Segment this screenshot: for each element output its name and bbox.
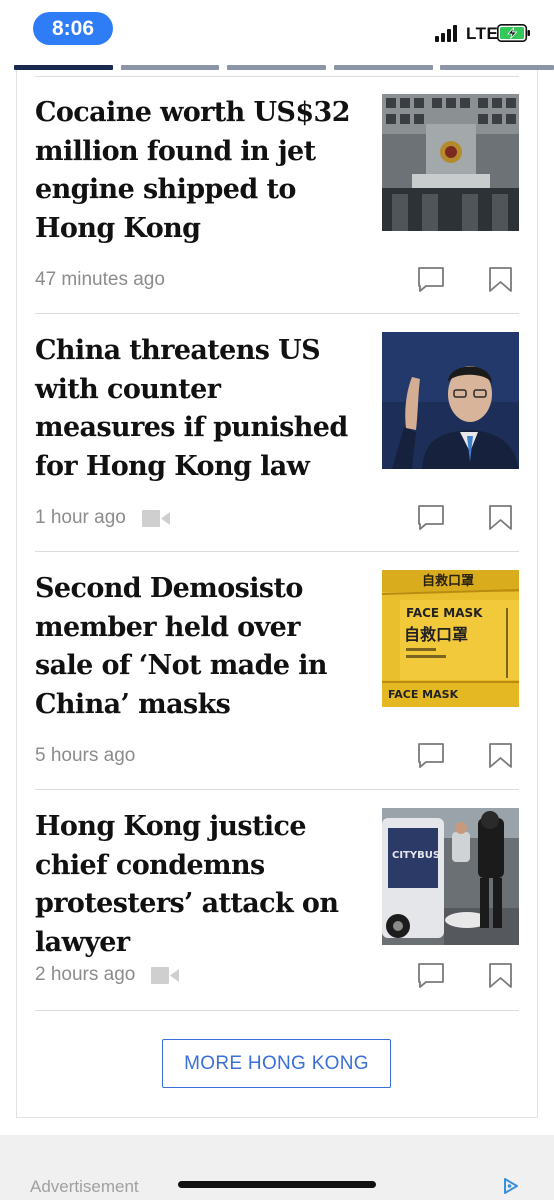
- article-thumbnail[interactable]: [382, 332, 519, 469]
- article-headline[interactable]: Hong Kong justice chief condemns protest…: [35, 808, 365, 962]
- video-camera-icon: [151, 966, 180, 984]
- article-thumbnail[interactable]: CITYBUS: [382, 808, 519, 945]
- street-scuffle-image: CITYBUS: [382, 808, 519, 945]
- article-item[interactable]: Second Demosisto member held over sale o…: [35, 570, 519, 790]
- building-facade-image: [382, 94, 519, 231]
- spokesman-image: [382, 332, 519, 469]
- comment-icon[interactable]: [417, 962, 445, 989]
- network-type: LTE: [466, 24, 499, 43]
- advertisement-label: Advertisement: [30, 1177, 139, 1196]
- article-item[interactable]: Cocaine worth US$32 million found in jet…: [35, 94, 519, 314]
- article-item[interactable]: China threatens US with counter measures…: [35, 332, 519, 552]
- face-mask-boxes-image: 自救口罩 FACE MASK 自救口罩 FACE MASK: [382, 570, 519, 707]
- article-timestamp: 1 hour ago: [35, 507, 126, 528]
- bookmark-icon[interactable]: [488, 742, 513, 769]
- divider: [35, 313, 519, 314]
- mask-box-label-en: FACE MASK: [406, 606, 483, 620]
- mask-box-label-zh: 自救口罩: [404, 625, 468, 644]
- status-time[interactable]: 8:06: [33, 12, 113, 45]
- article-item[interactable]: Hong Kong justice chief condemns protest…: [35, 808, 519, 1012]
- divider: [35, 551, 519, 552]
- video-camera-icon: [141, 509, 170, 527]
- divider: [35, 1010, 519, 1011]
- divider: [35, 789, 519, 790]
- svg-text:CITYBUS: CITYBUS: [392, 850, 440, 861]
- article-timestamp: 47 minutes ago: [35, 269, 165, 290]
- comment-icon[interactable]: [417, 742, 445, 769]
- status-bar: 8:06 LTE: [0, 0, 554, 58]
- more-hong-kong-button[interactable]: MORE HONG KONG: [162, 1039, 391, 1088]
- battery-charging-icon: [497, 24, 530, 42]
- bookmark-icon[interactable]: [488, 962, 513, 989]
- divider: [35, 76, 519, 77]
- comment-icon[interactable]: [417, 266, 445, 293]
- bookmark-icon[interactable]: [488, 266, 513, 293]
- adchoices-icon[interactable]: [502, 1177, 520, 1195]
- article-thumbnail[interactable]: 自救口罩 FACE MASK 自救口罩 FACE MASK: [382, 570, 519, 707]
- article-headline[interactable]: Cocaine worth US$32 million found in jet…: [35, 94, 365, 248]
- cellular-signal-icon: [435, 24, 461, 42]
- article-headline[interactable]: Second Demosisto member held over sale o…: [35, 570, 365, 724]
- article-timestamp: 2 hours ago: [35, 964, 136, 985]
- bookmark-icon[interactable]: [488, 504, 513, 531]
- svg-text:自救口罩: 自救口罩: [422, 573, 474, 589]
- home-indicator[interactable]: [178, 1181, 376, 1188]
- article-timestamp: 5 hours ago: [35, 745, 136, 766]
- svg-text:FACE MASK: FACE MASK: [388, 688, 459, 701]
- article-thumbnail[interactable]: [382, 94, 519, 231]
- comment-icon[interactable]: [417, 504, 445, 531]
- article-headline[interactable]: China threatens US with counter measures…: [35, 332, 365, 486]
